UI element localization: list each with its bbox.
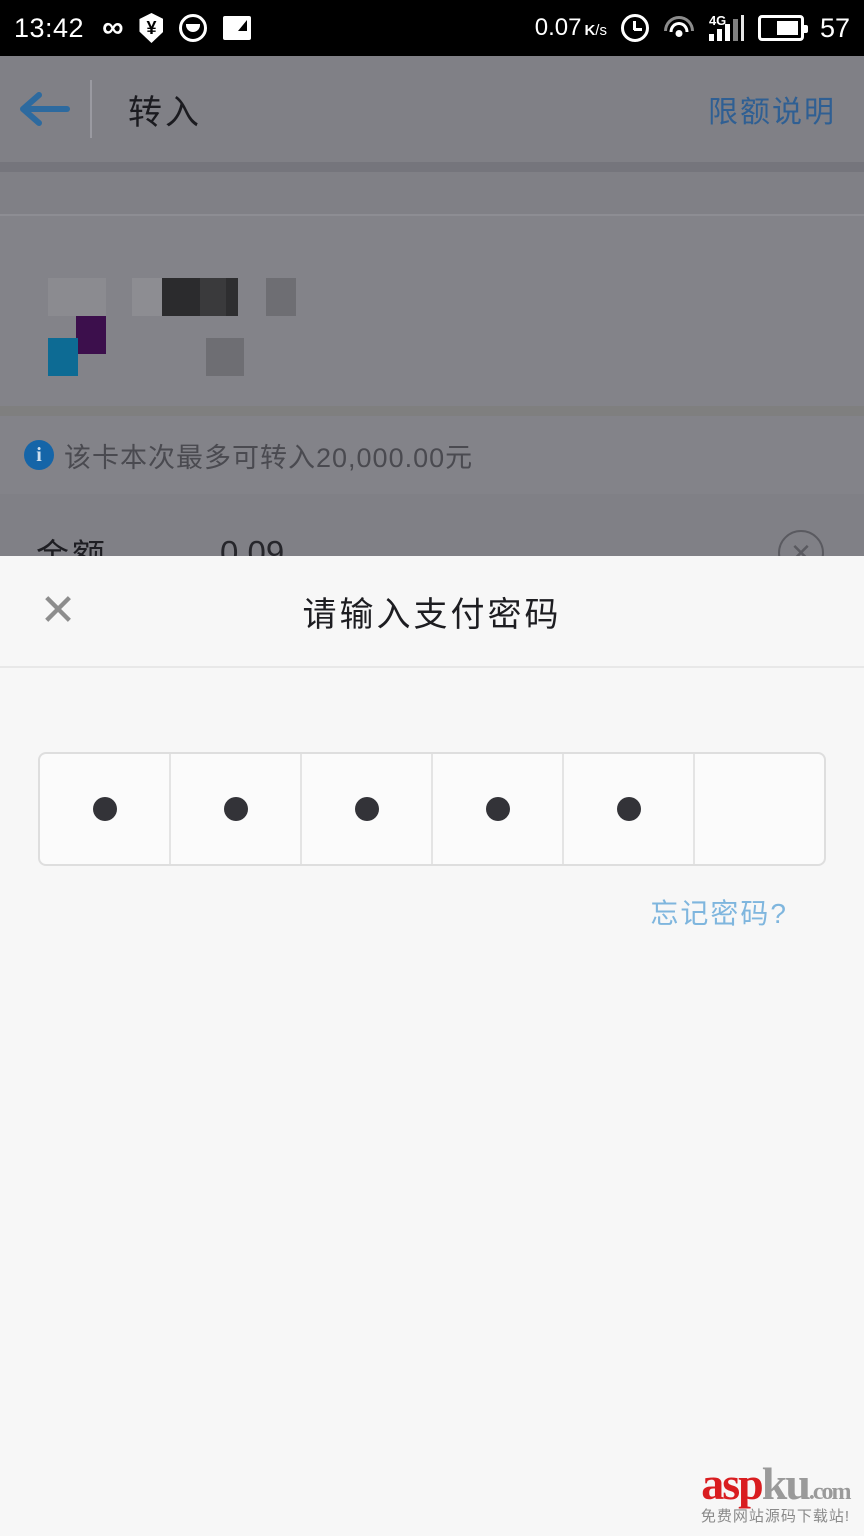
network-type-label: 4G: [708, 13, 727, 28]
pin-input[interactable]: [38, 752, 826, 866]
sub-band: [0, 172, 864, 216]
pin-cell[interactable]: [302, 754, 433, 864]
redacted-block: [48, 278, 106, 316]
redacted-block: [162, 278, 200, 316]
phone-screen: 13:42 ∞ ¥ 0.07 K/s 4G 57 转入 限额说明 i 该卡本次最…: [0, 0, 864, 1536]
limit-description-link[interactable]: 限额说明: [708, 87, 836, 131]
redacted-block: [206, 338, 244, 376]
network-speed-unit: K/s: [584, 22, 607, 39]
info-icon: i: [24, 440, 54, 470]
infinity-icon: ∞: [102, 11, 124, 44]
pin-cell[interactable]: [433, 754, 564, 864]
appbar-divider: [90, 80, 92, 138]
transfer-page-dimmed: 转入 限额说明 i 该卡本次最多可转入20,000.00元 金额 0.09: [0, 56, 864, 612]
page-title: 转入: [128, 93, 202, 132]
limit-notice-text: 该卡本次最多可转入20,000.00元: [64, 442, 474, 473]
status-right-icons: 0.07 K/s 4G 57: [535, 13, 850, 44]
sheet-title: 请输入支付密码: [302, 595, 562, 634]
redacted-block: [132, 278, 162, 316]
bank-card-row[interactable]: [0, 216, 864, 406]
pin-dot: [223, 797, 248, 821]
pin-dot: [616, 797, 641, 821]
back-arrow-icon: [20, 92, 70, 126]
status-time: 13:42: [14, 12, 85, 43]
payment-password-sheet: ✕ 请输入支付密码 忘记密码? 1 2 3 4 5 6 7: [0, 556, 864, 1536]
yen-symbol: ¥: [146, 18, 157, 38]
battery-level: 57: [819, 12, 850, 43]
redacted-block: [200, 278, 226, 316]
network-speed: 0.07 K/s: [535, 14, 607, 42]
pin-cell[interactable]: [564, 754, 695, 864]
pin-cell-empty[interactable]: [695, 754, 824, 864]
redacted-block: [76, 316, 106, 354]
status-left-icons: ∞ ¥: [102, 11, 252, 44]
wifi-icon: [663, 16, 695, 40]
close-icon[interactable]: ✕: [32, 585, 84, 637]
pin-dot: [485, 797, 510, 821]
redacted-block: [48, 338, 78, 376]
alarm-icon: [620, 14, 649, 42]
pin-cell[interactable]: [40, 754, 171, 864]
photo-icon: [223, 16, 252, 40]
forgot-password-link[interactable]: 忘记密码?: [650, 898, 788, 929]
appbar-shadow-band: [0, 162, 864, 172]
limit-notice: i 该卡本次最多可转入20,000.00元: [0, 416, 864, 494]
back-button[interactable]: [0, 89, 90, 129]
status-bar: 13:42 ∞ ¥ 0.07 K/s 4G 57: [0, 0, 864, 56]
pin-dot: [354, 797, 379, 821]
redacted-block: [266, 278, 296, 316]
pin-cell[interactable]: [171, 754, 302, 864]
battery-icon: [757, 15, 808, 41]
sheet-header: ✕ 请输入支付密码: [0, 556, 864, 668]
network-speed-value: 0.07: [534, 14, 582, 41]
pin-area: 忘记密码?: [0, 668, 864, 932]
circle-icon: [179, 14, 208, 42]
signal-icon: 4G: [708, 13, 744, 41]
shield-yen-icon: ¥: [139, 13, 164, 43]
pin-dot: [92, 797, 117, 821]
redacted-block: [226, 278, 238, 316]
app-bar: 转入 限额说明: [0, 56, 864, 162]
